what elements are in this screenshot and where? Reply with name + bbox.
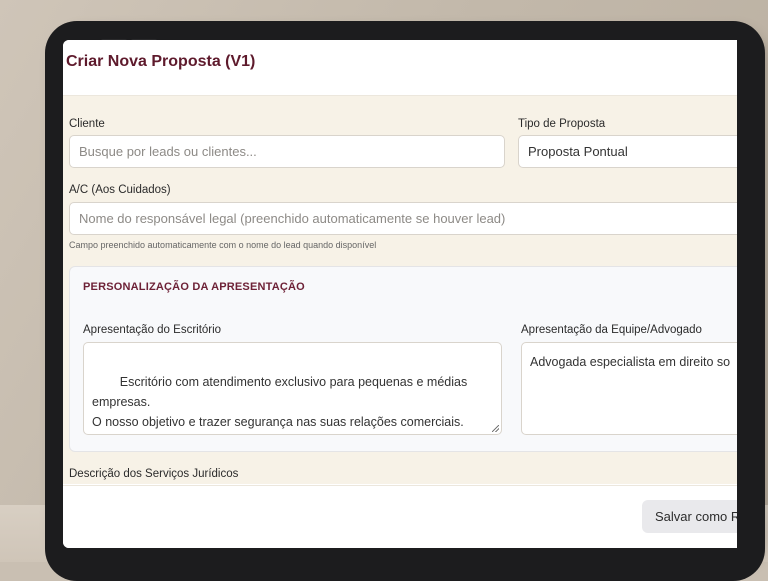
personalizacao-panel: PERSONALIZAÇÃO DA APRESENTAÇÃO Apresenta… bbox=[69, 266, 737, 452]
equipe-text: Advogada especialista em direito so bbox=[530, 355, 731, 369]
equipe-textarea[interactable]: Advogada especialista em direito so bbox=[521, 342, 737, 435]
page-title: Criar Nova Proposta (V1) bbox=[66, 53, 256, 70]
tipo-proposta-select[interactable]: Proposta Pontual bbox=[518, 135, 737, 168]
modal-footer: Salvar como R bbox=[63, 485, 737, 548]
escritorio-textarea[interactable]: Escritório com atendimento exclusivo par… bbox=[83, 342, 502, 435]
ac-label: A/C (Aos Cuidados) bbox=[69, 184, 171, 196]
escritorio-text: Escritório com atendimento exclusivo par… bbox=[92, 375, 468, 429]
descricao-label: Descrição dos Serviços Jurídicos bbox=[69, 468, 239, 480]
cliente-search-input[interactable]: Busque por leads ou clientes... bbox=[69, 135, 505, 168]
modal-header: Criar Nova Proposta (V1) bbox=[63, 40, 737, 96]
tipo-proposta-label: Tipo de Proposta bbox=[518, 118, 606, 130]
escritorio-label: Apresentação do Escritório bbox=[83, 324, 222, 336]
ac-hint: Campo preenchido automaticamente com o n… bbox=[69, 240, 377, 250]
equipe-label: Apresentação da Equipe/Advogado bbox=[521, 324, 702, 336]
cliente-label: Cliente bbox=[69, 118, 105, 130]
ac-input[interactable]: Nome do responsável legal (preenchido au… bbox=[69, 202, 737, 235]
resize-grip-icon[interactable] bbox=[492, 425, 499, 432]
section-title: PERSONALIZAÇÃO DA APRESENTAÇÃO bbox=[83, 281, 305, 293]
save-draft-button[interactable]: Salvar como R bbox=[642, 500, 737, 533]
tablet-screen: Criar Nova Proposta (V1) Cliente Busque … bbox=[63, 40, 737, 548]
proposal-form: Cliente Busque por leads ou clientes... … bbox=[63, 96, 737, 484]
